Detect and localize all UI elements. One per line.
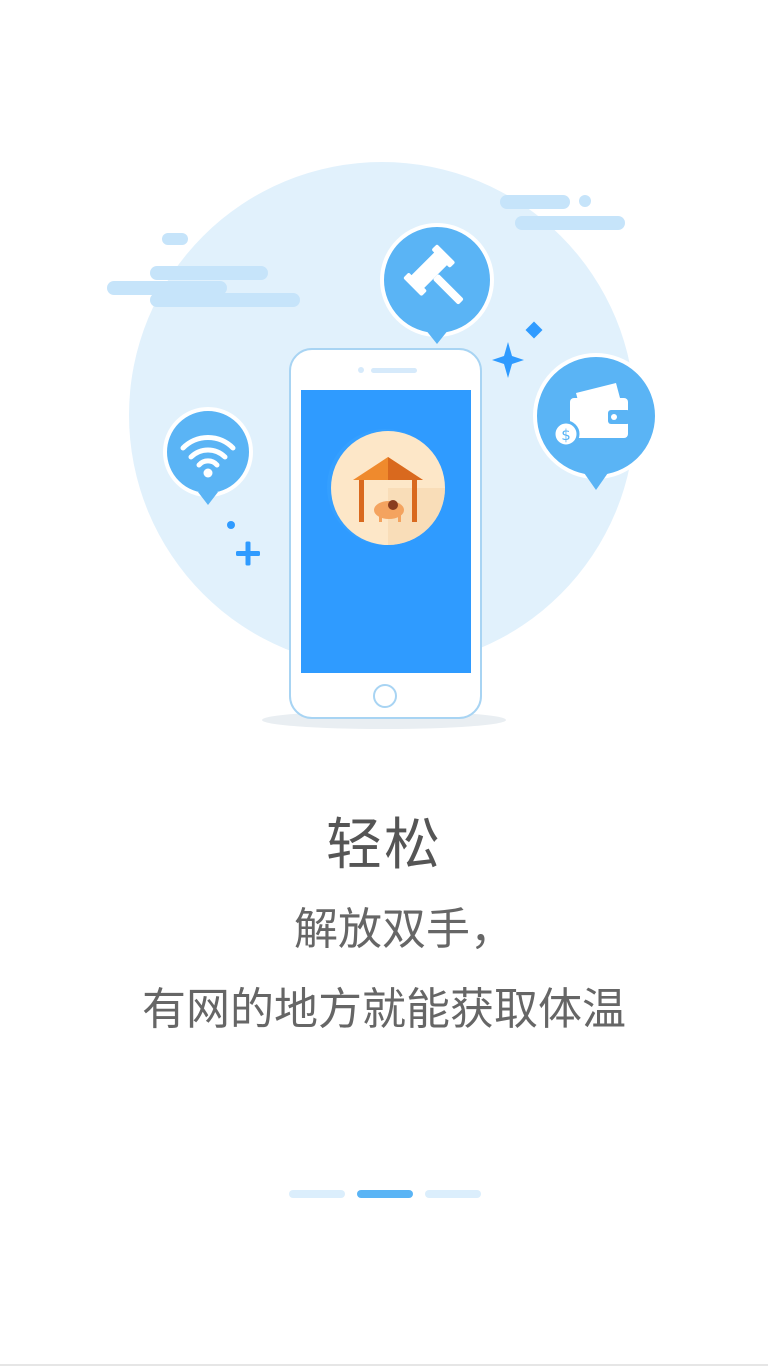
hero-illustration: $ (107, 162, 659, 729)
dot-icon (227, 521, 235, 529)
house-logo-icon (331, 431, 445, 545)
page-indicator (289, 1190, 481, 1198)
home-button (373, 684, 397, 708)
svg-text:$: $ (561, 426, 571, 444)
onboarding-subtitle-line2: 有网的地方就能获取体温 (142, 984, 626, 1035)
page-dot-1[interactable] (289, 1190, 345, 1198)
onboarding-subtitle-line1: 解放双手， (294, 904, 514, 955)
page-dot-2-active[interactable] (357, 1190, 413, 1198)
phone-illustration (289, 348, 482, 719)
onboarding-title: 轻松 (326, 813, 442, 878)
page-dot-3[interactable] (425, 1190, 481, 1198)
